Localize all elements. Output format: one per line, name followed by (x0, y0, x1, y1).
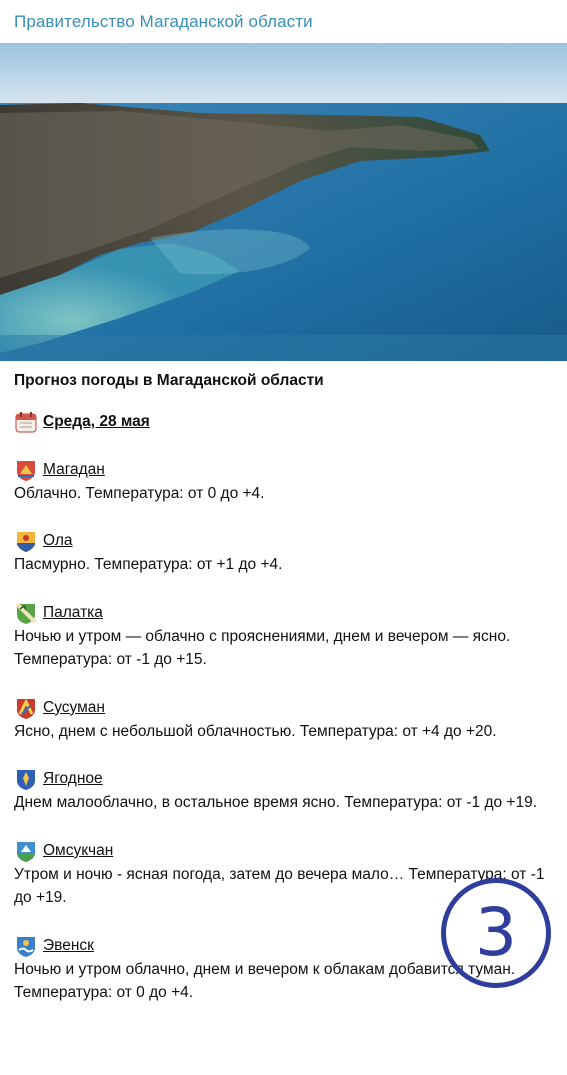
city-link-omsukchan[interactable]: Омсукчан (43, 839, 113, 863)
palatka-emblem-icon (15, 602, 37, 624)
omsukchan-emblem-icon (17, 841, 35, 862)
forecast-entry-head: Омсукчан (14, 839, 553, 863)
city-link-yagodnoe[interactable]: Ягодное (43, 767, 103, 791)
susuman-emblem-icon (17, 698, 35, 719)
hero-photo[interactable] (0, 43, 567, 361)
post-headline: Прогноз погоды в Магаданской области (14, 372, 324, 389)
forecast-text: Ясно, днем с небольшой облачностью. Темп… (14, 722, 497, 740)
magadan-emblem-icon (17, 460, 35, 481)
channel-name[interactable]: Правительство Магаданской области (14, 12, 313, 32)
forecast-text: Облачно. Температура: от 0 до +4. (14, 484, 265, 502)
forecast-entry: Сусуман Ясно, днем с небольшой облачност… (14, 696, 553, 744)
yagodnoe-emblem-icon (17, 770, 35, 790)
forecast-entry-head: Палатка (14, 601, 553, 625)
ola-emblem-icon (17, 532, 35, 552)
post-card: Правительство Магаданской области Прогно… (0, 0, 567, 1075)
number-badge: 3 (441, 878, 551, 988)
forecast-entry-head: Сусуман (14, 696, 553, 720)
post-date: Среда, 28 мая (43, 412, 150, 430)
forecast-entry-head: Ягодное (14, 767, 553, 791)
forecast-entry: Магадан Облачно. Температура: от 0 до +4… (14, 458, 553, 506)
date-line: Среда, 28 мая (14, 410, 553, 434)
city-link-magadan[interactable]: Магадан (43, 458, 105, 482)
city-link-susuman[interactable]: Сусуман (43, 696, 105, 720)
evensk-emblem-icon (17, 936, 35, 957)
forecast-entry-head: Магадан (14, 458, 553, 482)
forecast-entry: Ягодное Днем малооблачно, в остальное вр… (14, 767, 553, 815)
forecast-entry-head: Ола (14, 529, 553, 553)
city-link-evensk[interactable]: Эвенск (43, 934, 94, 958)
forecast-text: Ночью и утром — облачно с прояснениями, … (14, 627, 511, 669)
forecast-text: Пасмурно. Температура: от +1 до +4. (14, 556, 283, 573)
city-link-palatka[interactable]: Палатка (43, 601, 103, 625)
channel-header[interactable]: Правительство Магаданской области (0, 0, 567, 43)
calendar-icon (15, 411, 37, 432)
city-link-ola[interactable]: Ола (43, 529, 73, 553)
forecast-entry: Палатка Ночью и утром — облачно с проясн… (14, 601, 553, 672)
badge-number: 3 (475, 894, 517, 971)
forecast-text: Днем малооблачно, в остальное время ясно… (14, 794, 538, 811)
forecast-entry: Ола Пасмурно. Температура: от +1 до +4. (14, 529, 553, 577)
